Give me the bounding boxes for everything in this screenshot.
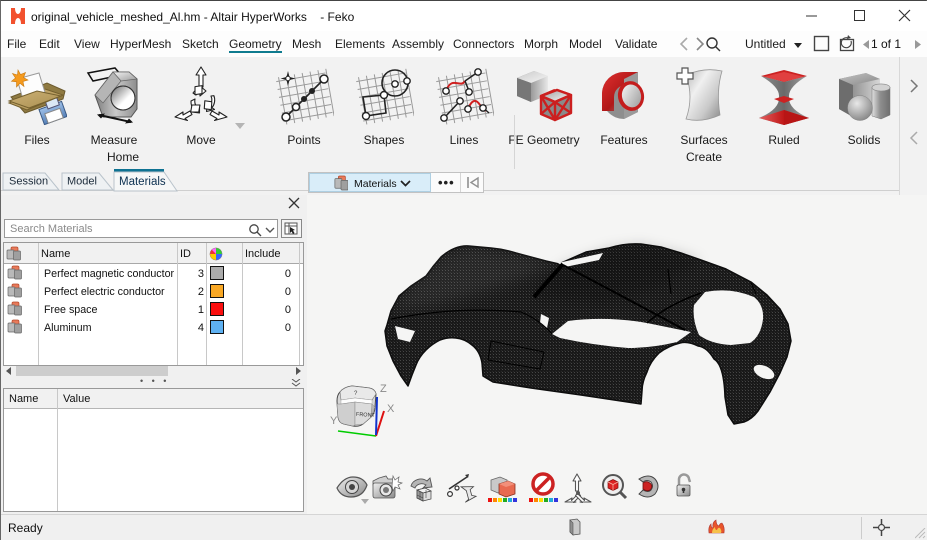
svg-text:Y: Y bbox=[330, 415, 338, 427]
svg-text:Session: Session bbox=[9, 176, 48, 188]
svg-text:Z: Z bbox=[380, 383, 387, 395]
svg-text:X: X bbox=[387, 403, 395, 415]
svg-text:Model: Model bbox=[67, 176, 97, 188]
svg-text:Materials: Materials bbox=[119, 176, 166, 188]
